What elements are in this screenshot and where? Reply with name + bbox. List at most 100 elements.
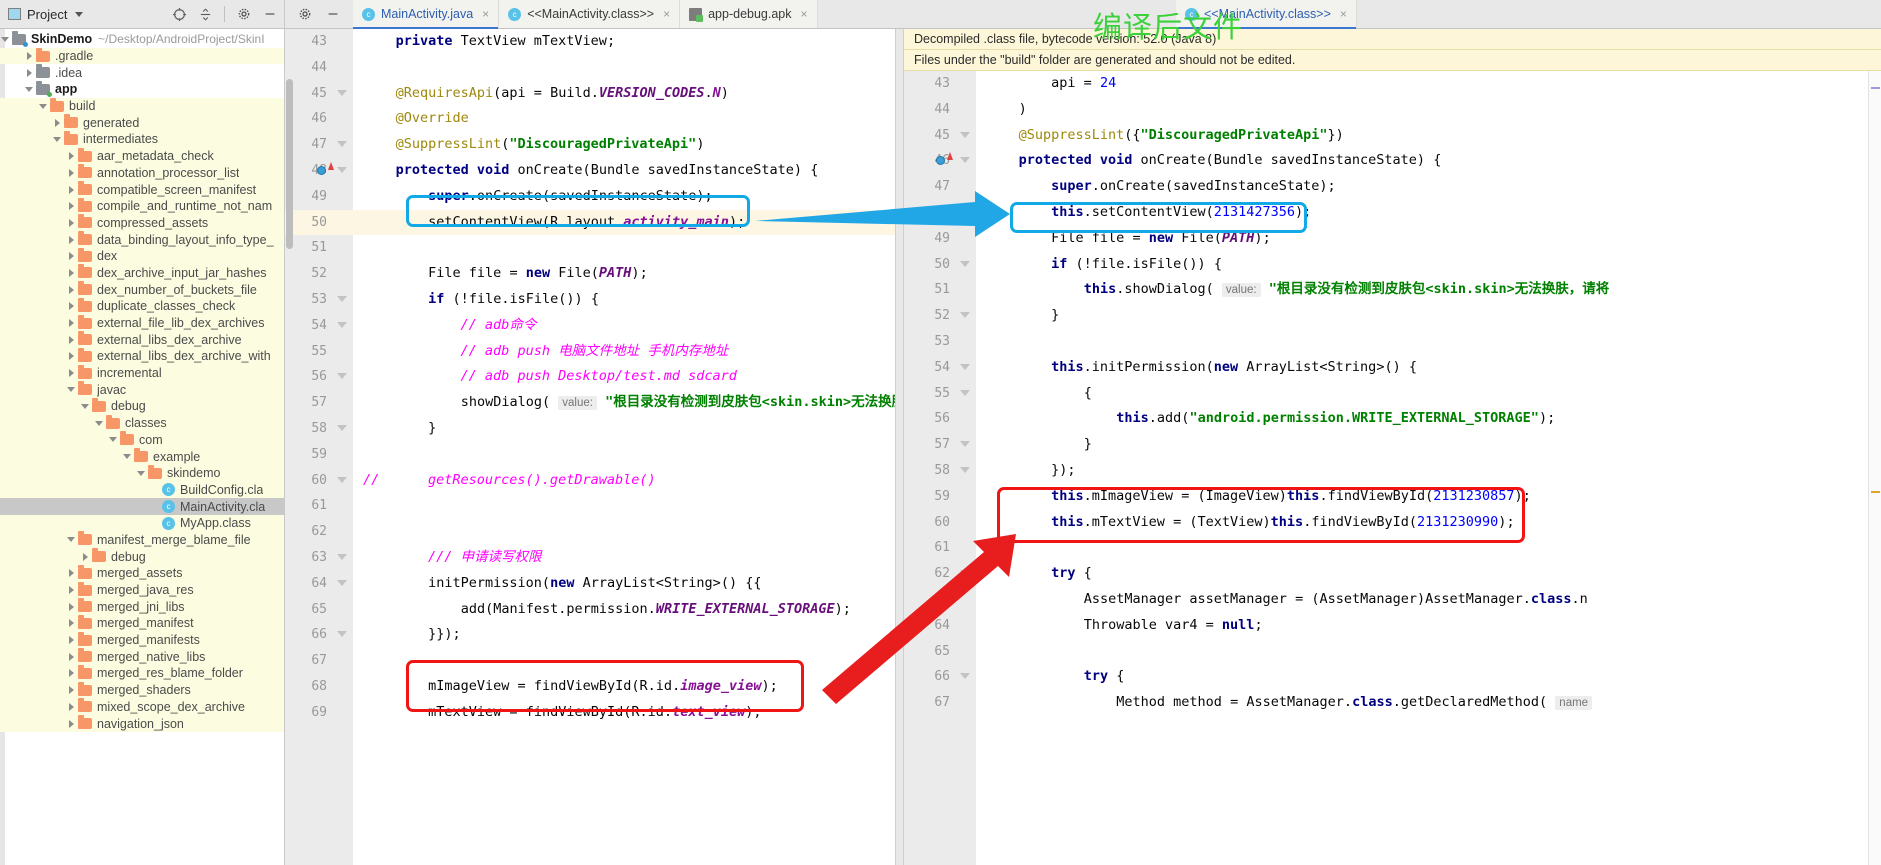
tree-item[interactable]: dex_number_of_buckets_file (0, 281, 284, 298)
code-line[interactable]: mTextView = findViewById(R.id.text_view)… (353, 700, 895, 726)
gutter-line[interactable]: 58 (285, 416, 353, 442)
chevron-open-icon[interactable] (136, 470, 146, 476)
gutter-line[interactable]: 54 (904, 355, 976, 381)
fold-toggle-icon[interactable] (960, 466, 970, 476)
gutter-line[interactable]: 56 (904, 406, 976, 432)
code-line[interactable]: protected void onCreate(Bundle savedInst… (976, 148, 1881, 174)
gutter-line[interactable]: 50 (285, 209, 353, 236)
tree-item[interactable]: merged_native_libs (0, 648, 284, 666)
code-line[interactable]: showDialog( value: "根目录没有检测到皮肤包<skin.ski… (353, 390, 895, 416)
code-line[interactable]: { (976, 381, 1881, 407)
close-icon[interactable]: × (482, 7, 489, 21)
gutter-line[interactable]: 52 (285, 261, 353, 287)
gutter-line[interactable]: 63 (285, 545, 353, 571)
tree-item[interactable]: compatible_screen_manifest (0, 181, 284, 198)
class-code-content[interactable]: api = 24 ) @SuppressLint({"DiscouragedPr… (976, 71, 1881, 865)
fold-toggle-icon[interactable] (960, 131, 970, 141)
fold-toggle-icon[interactable] (337, 424, 347, 434)
tree-item[interactable]: data_binding_layout_info_type_ (0, 231, 284, 248)
gutter-line[interactable]: 46 (285, 106, 353, 132)
gutter-line[interactable]: 58 (904, 458, 976, 484)
tree-item[interactable]: merged_java_res (0, 581, 284, 599)
chevron-open-icon[interactable] (38, 103, 48, 109)
gutter-line[interactable]: 63 (904, 587, 976, 613)
tree-item[interactable]: compressed_assets (0, 214, 284, 232)
code-line[interactable] (353, 55, 895, 81)
gutter-line[interactable]: 49 (285, 184, 353, 210)
gutter-line[interactable]: 49 (904, 226, 976, 252)
code-line[interactable]: add(Manifest.permission.WRITE_EXTERNAL_S… (353, 597, 895, 623)
project-tree[interactable]: SkinDemo ~/Desktop/AndroidProject/SkinI … (0, 29, 284, 865)
tree-item[interactable]: skindemo (0, 464, 284, 482)
gutter-line[interactable]: 61 (904, 535, 976, 561)
editor-tab[interactable]: app-debug.apk × (680, 0, 818, 28)
code-line[interactable]: Method method = AssetManager.class.getDe… (976, 690, 1881, 716)
tree-item[interactable]: example (0, 448, 284, 465)
code-line[interactable]: initPermission(new ArrayList<String>() {… (353, 571, 895, 597)
tree-item[interactable]: annotation_processor_list (0, 164, 284, 182)
code-line[interactable]: this.mImageView = (ImageView)this.findVi… (976, 484, 1881, 510)
fold-toggle-icon[interactable] (960, 311, 970, 321)
gutter-line[interactable]: 50 (904, 252, 976, 278)
fold-toggle-icon[interactable] (337, 553, 347, 563)
tree-item[interactable]: debug (0, 548, 284, 565)
gutter-line[interactable]: 51 (285, 235, 353, 261)
fold-toggle-icon[interactable] (960, 363, 970, 373)
code-line[interactable]: @SuppressLint("DiscouragedPrivateApi") (353, 132, 895, 158)
tree-item[interactable]: aar_metadata_check (0, 147, 284, 165)
chevron-open-icon[interactable] (0, 36, 10, 42)
collapse-all-icon[interactable] (195, 4, 215, 24)
target-icon[interactable] (169, 4, 189, 24)
code-line[interactable]: mImageView = findViewById(R.id.image_vie… (353, 674, 895, 700)
chevron-closed-icon[interactable] (66, 218, 76, 227)
tree-item[interactable]: c MyApp.class (0, 514, 284, 532)
code-line[interactable]: File file = new File(PATH); (353, 261, 895, 287)
tree-root-skindemo[interactable]: SkinDemo ~/Desktop/AndroidProject/SkinI (0, 30, 284, 48)
code-line[interactable]: ) (976, 97, 1881, 123)
chevron-closed-icon[interactable] (66, 352, 76, 361)
gutter-line[interactable]: 59 (904, 484, 976, 510)
gutter-line[interactable]: 61 (285, 493, 353, 519)
fold-toggle-icon[interactable] (337, 579, 347, 589)
gutter-line[interactable]: 62 (285, 519, 353, 545)
code-line[interactable] (353, 519, 895, 545)
chevron-closed-icon[interactable] (66, 652, 76, 661)
code-line[interactable]: this.mTextView = (TextView)this.findView… (976, 510, 1881, 536)
gutter-line[interactable]: 69 (285, 700, 353, 726)
code-line[interactable]: private TextView mTextView; (353, 29, 895, 55)
tree-item[interactable]: app (0, 80, 284, 98)
chevron-closed-icon[interactable] (66, 185, 76, 194)
tree-item[interactable]: generated (0, 114, 284, 132)
gutter-line[interactable]: 48 (285, 158, 353, 184)
chevron-closed-icon[interactable] (66, 686, 76, 695)
chevron-closed-icon[interactable] (24, 68, 34, 77)
tree-item[interactable]: external_libs_dex_archive (0, 331, 284, 349)
code-line[interactable]: try { (976, 664, 1881, 690)
gutter-line[interactable]: 68 (285, 674, 353, 700)
java-line-gutter[interactable]: 4344454647484950515253545556575859606162… (285, 29, 353, 865)
code-line[interactable] (353, 442, 895, 468)
tree-item[interactable]: c BuildConfig.cla (0, 481, 284, 499)
code-line[interactable]: // adb push 电脑文件地址 手机内存地址 (353, 339, 895, 365)
left-editor-scrollbar-thumb[interactable] (286, 79, 293, 249)
tree-item[interactable]: merged_manifest (0, 614, 284, 632)
chevron-closed-icon[interactable] (66, 202, 76, 211)
gutter-line[interactable]: 66 (904, 664, 976, 690)
code-line[interactable]: api = 24 (976, 71, 1881, 97)
chevron-open-icon[interactable] (66, 387, 76, 393)
gutter-line[interactable]: 59 (285, 442, 353, 468)
code-line[interactable] (976, 535, 1881, 561)
chevron-open-icon[interactable] (122, 454, 132, 460)
tree-item[interactable]: compile_and_runtime_not_nam (0, 197, 284, 215)
breakpoint-icon[interactable] (936, 156, 945, 166)
fold-toggle-icon[interactable] (960, 260, 970, 270)
gutter-line[interactable]: 67 (285, 648, 353, 674)
chevron-open-icon[interactable] (66, 537, 76, 543)
gutter-line[interactable]: 65 (904, 639, 976, 665)
chevron-closed-icon[interactable] (66, 335, 76, 344)
code-line[interactable]: // adb push Desktop/test.md sdcard (353, 364, 895, 390)
code-line[interactable]: } (976, 303, 1881, 329)
tree-item[interactable]: .idea (0, 64, 284, 81)
tree-item[interactable]: mixed_scope_dex_archive (0, 698, 284, 716)
editor-tab[interactable]: c <<MainActivity.class>> × (1176, 0, 1357, 29)
